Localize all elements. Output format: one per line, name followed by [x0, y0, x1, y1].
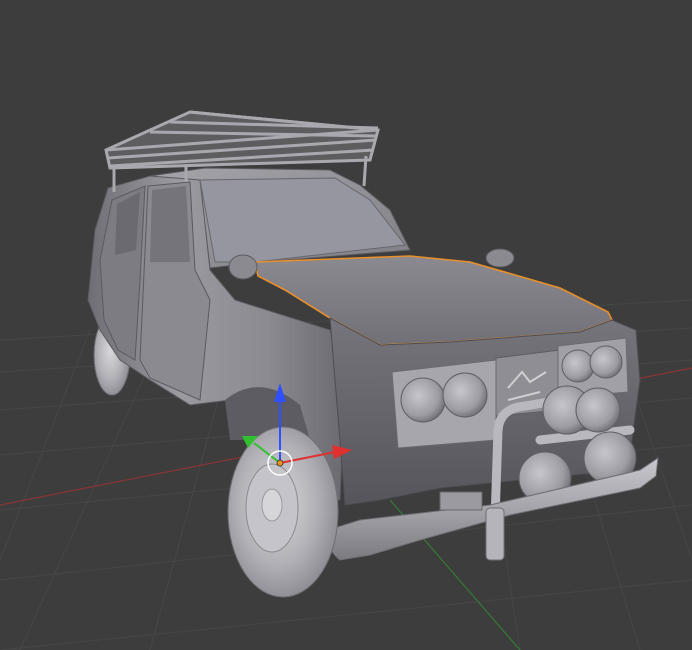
spot-lamp-2: [575, 387, 621, 433]
headlight-right-inner: [561, 349, 595, 383]
right-mirror: [485, 248, 515, 268]
front-wheel-cap: [261, 488, 283, 522]
car-model[interactable]: [87, 110, 659, 598]
tow-hook: [485, 507, 505, 561]
front-window: [150, 186, 190, 262]
left-mirror: [228, 254, 258, 280]
headlight-right-outer: [589, 345, 623, 379]
license-plate-mount: [439, 491, 483, 511]
object-origin-icon: [276, 459, 284, 467]
headlight-right: [442, 372, 488, 418]
3d-viewport[interactable]: [0, 0, 692, 650]
headlight-left: [400, 377, 446, 423]
